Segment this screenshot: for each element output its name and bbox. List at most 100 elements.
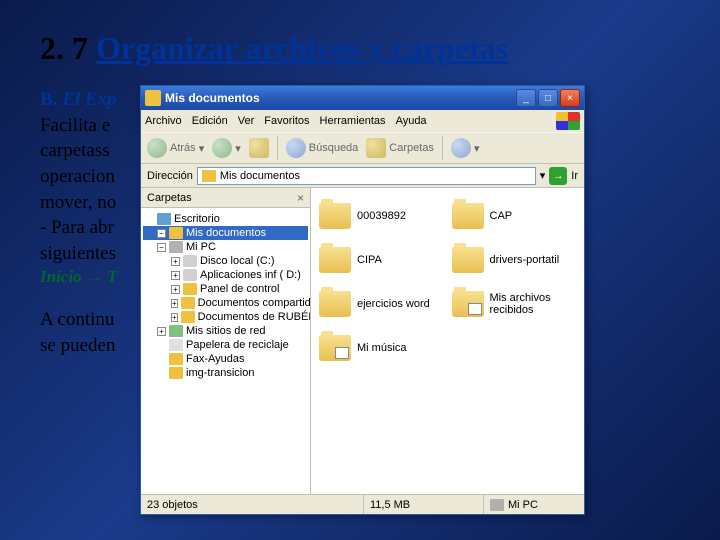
window-titlebar[interactable]: Mis documentos _ □ ×	[141, 86, 584, 110]
slide-title: 2. 7 Organizar archivos y carpetas	[40, 30, 680, 67]
pc-icon	[490, 499, 504, 511]
back-button[interactable]: Atrás ▾	[147, 138, 204, 158]
folder-icon	[202, 170, 216, 182]
search-button[interactable]: Búsqueda	[286, 138, 359, 158]
expander-icon[interactable]: +	[171, 285, 180, 294]
tree-item-label: Papelera de reciclaje	[186, 339, 289, 351]
expander-icon[interactable]: +	[157, 327, 166, 336]
folder-item[interactable]: ejercicios word	[319, 284, 444, 324]
folder-label: 00039892	[357, 210, 406, 222]
folder-label: Mis archivos recibidos	[490, 292, 577, 316]
menu-archivo[interactable]: Archivo	[145, 115, 182, 127]
para-frag: carpetass	[40, 140, 110, 161]
tree-item-label: Panel de control	[200, 283, 280, 295]
para-frag: se pueden	[40, 335, 115, 356]
go-label: Ir	[571, 170, 578, 182]
tree-item[interactable]: +Mis sitios de red	[143, 324, 308, 338]
search-icon	[286, 138, 306, 158]
search-label: Búsqueda	[309, 142, 359, 154]
back-icon	[147, 138, 167, 158]
menu-ver[interactable]: Ver	[238, 115, 255, 127]
expander-icon[interactable]: +	[171, 257, 180, 266]
tree-item[interactable]: + Aplicaciones inf ( D:)	[143, 268, 308, 282]
tree-item[interactable]: − Mis documentos	[143, 226, 308, 240]
folder-icon	[169, 367, 183, 379]
pc-icon	[169, 241, 183, 253]
chevron-down-icon: ▾	[235, 142, 241, 155]
trash-icon	[169, 339, 183, 351]
folder-item[interactable]: 00039892	[319, 196, 444, 236]
status-objects: 23 objetos	[141, 495, 364, 514]
maximize-button[interactable]: □	[538, 89, 558, 107]
tree-item[interactable]: Escritorio	[143, 212, 308, 226]
forward-button[interactable]: ▾	[212, 138, 241, 158]
tree-item-label: Aplicaciones inf ( D:)	[200, 269, 301, 281]
window-title: Mis documentos	[165, 91, 516, 105]
folder-item[interactable]: CAP	[452, 196, 577, 236]
explorer-window: Mis documentos _ □ × Archivo Edición Ver…	[140, 85, 585, 515]
separator	[442, 136, 443, 160]
folders-button[interactable]: Carpetas	[366, 138, 434, 158]
folder-icon	[319, 335, 351, 361]
folder-icon	[169, 353, 183, 365]
tree-item[interactable]: +Disco local (C:)	[143, 254, 308, 268]
separator	[277, 136, 278, 160]
folder-icon	[181, 311, 195, 323]
chevron-down-icon[interactable]: ▾	[540, 169, 546, 182]
menu-favoritos[interactable]: Favoritos	[264, 115, 309, 127]
menu-herramientas[interactable]: Herramientas	[320, 115, 386, 127]
tree-item[interactable]: −Mi PC	[143, 240, 308, 254]
menu-edicion[interactable]: Edición	[192, 115, 228, 127]
chevron-down-icon: ▾	[199, 142, 205, 155]
close-icon[interactable]: ×	[297, 191, 304, 205]
slide: 2. 7 Organizar archivos y carpetas B. El…	[0, 0, 720, 540]
tree-item[interactable]: + Documentos de RUBÉN	[143, 310, 308, 324]
folder-icon	[183, 283, 197, 295]
folder-icon	[145, 90, 161, 106]
folder-label: Mi música	[357, 342, 407, 354]
up-button[interactable]	[249, 138, 269, 158]
window-buttons: _ □ ×	[516, 89, 580, 107]
expander-icon[interactable]: −	[157, 229, 166, 238]
minimize-button[interactable]: _	[516, 89, 536, 107]
folder-icon	[452, 247, 484, 273]
address-value: Mis documentos	[220, 170, 300, 182]
folder-icon	[319, 247, 351, 273]
para-frag: operacion	[40, 166, 115, 187]
tree-item[interactable]: Fax-Ayudas	[143, 352, 308, 366]
net-icon	[169, 325, 183, 337]
menubar: Archivo Edición Ver Favoritos Herramient…	[141, 110, 584, 132]
menu-ayuda[interactable]: Ayuda	[396, 115, 427, 127]
address-input[interactable]: Mis documentos	[197, 167, 536, 185]
tree-header: Carpetas ×	[141, 188, 310, 208]
folder-item[interactable]: Mis archivos recibidos	[452, 284, 577, 324]
tree-item[interactable]: +Documentos compartidos	[143, 296, 308, 310]
tree-item-label: Documentos de RUBÉN	[198, 311, 311, 323]
forward-icon	[212, 138, 232, 158]
tree-item[interactable]: img-transicion	[143, 366, 308, 380]
folder-item[interactable]: drivers-portatil	[452, 240, 577, 280]
tree-item-label: Escritorio	[174, 213, 220, 225]
folder-icon	[169, 227, 183, 239]
go-button[interactable]: →	[549, 167, 567, 185]
close-button[interactable]: ×	[560, 89, 580, 107]
status-size: 11,5 MB	[364, 495, 484, 514]
expander-icon[interactable]: +	[171, 271, 180, 280]
address-bar: Dirección Mis documentos ▾ → Ir	[141, 164, 584, 188]
views-button[interactable]: ▾	[451, 138, 480, 158]
folder-item[interactable]: CIPA	[319, 240, 444, 280]
section-em: El Exp	[62, 89, 116, 110]
up-folder-icon	[249, 138, 269, 158]
tree-item-label: Mis documentos	[186, 227, 266, 239]
path-start: Inicio	[40, 267, 82, 286]
expander-icon[interactable]: +	[171, 313, 178, 322]
expander-icon[interactable]: −	[157, 243, 166, 252]
back-label: Atrás	[170, 142, 196, 154]
status-bar: 23 objetos 11,5 MB Mi PC	[141, 494, 584, 514]
tree-item[interactable]: + Panel de control	[143, 282, 308, 296]
para-frag: mover, no	[40, 192, 116, 213]
tree-item[interactable]: Papelera de reciclaje	[143, 338, 308, 352]
views-icon	[451, 138, 471, 158]
expander-icon[interactable]: +	[171, 299, 178, 308]
folder-item[interactable]: Mi música	[319, 328, 444, 368]
